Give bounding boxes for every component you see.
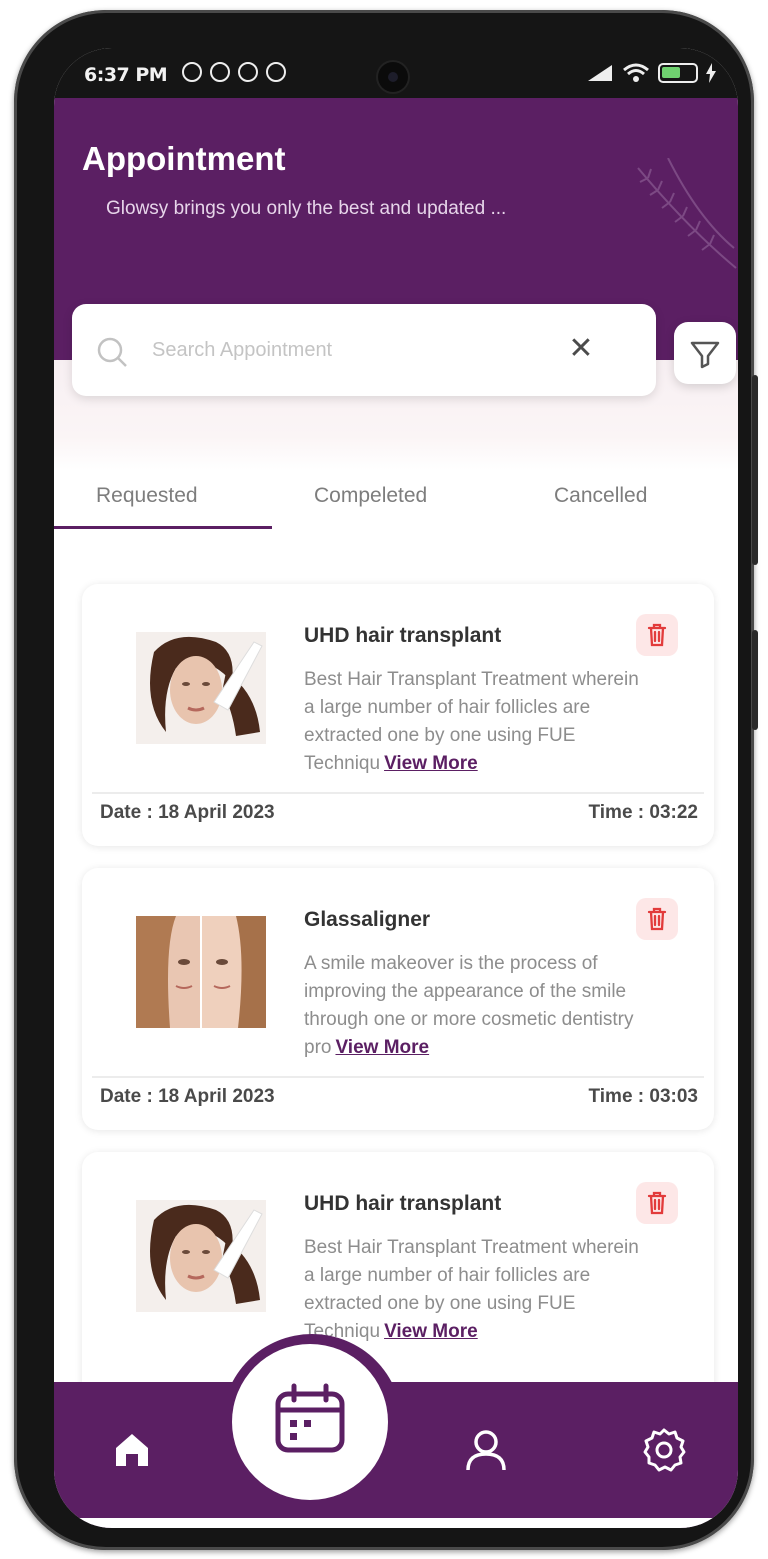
tab-requested[interactable]: Requested (96, 484, 198, 508)
wifi-icon (623, 63, 649, 82)
page-subtitle: Glowsy brings you only the best and upda… (106, 198, 507, 219)
appointment-date: Date : 18 April 2023 (100, 802, 275, 823)
appointment-title: Glassaligner (304, 908, 431, 931)
face-before-after-photo (136, 916, 266, 1028)
clear-search-icon[interactable]: ✕ (566, 334, 596, 364)
app-screen: 6:37 PM Appointment Glowsy brings you on… (54, 48, 738, 1528)
status-system-icons (586, 62, 716, 84)
status-tabs: Requested Compeleted Cancelled (54, 470, 738, 532)
appointment-title: UHD hair transplant (304, 1192, 502, 1215)
power-button (752, 630, 758, 730)
charging-icon (706, 63, 716, 83)
phone-frame: 6:37 PM Appointment Glowsy brings you on… (14, 10, 758, 1550)
signal-icon (588, 65, 612, 81)
appointment-description: Best Hair Transplant Treatment wherein a… (304, 666, 644, 778)
appointment-title: UHD hair transplant (304, 624, 502, 647)
tab-cancelled[interactable]: Cancelled (554, 484, 647, 508)
calendar-icon (275, 1383, 345, 1453)
nav-settings-button[interactable] (634, 1420, 694, 1480)
filter-button[interactable] (674, 322, 736, 384)
trash-icon (647, 623, 667, 647)
woman-face-photo (136, 1200, 266, 1312)
filter-icon (690, 341, 720, 369)
nav-profile-button[interactable] (456, 1420, 516, 1480)
delete-button[interactable] (636, 1182, 678, 1224)
view-more-link[interactable]: View More (335, 1037, 429, 1058)
view-more-link[interactable]: View More (384, 753, 478, 774)
appointment-description: A smile makeover is the process of impro… (304, 950, 644, 1062)
nav-home-button[interactable] (102, 1420, 162, 1480)
search-input[interactable] (150, 332, 554, 368)
appointment-card[interactable]: UHD hair transplant Best Hair Transplant… (82, 584, 714, 846)
app-notification-icon (238, 62, 258, 82)
treatment-image (136, 632, 266, 744)
appointment-card[interactable]: UHD hair transplant Best Hair Transplant… (82, 1152, 714, 1414)
search-icon (97, 337, 127, 367)
trash-icon (647, 1191, 667, 1215)
delete-button[interactable] (636, 898, 678, 940)
settings-icon (643, 1428, 686, 1472)
appointment-description: Best Hair Transplant Treatment wherein a… (304, 1234, 644, 1346)
appointment-time: Time : 03:22 (588, 802, 698, 823)
status-bar: 6:37 PM (54, 48, 738, 98)
volume-button (752, 375, 758, 565)
nav-calendar-button[interactable] (232, 1344, 388, 1500)
appointment-card[interactable]: Glassaligner A smile makeover is the pro… (82, 868, 714, 1130)
status-time: 6:37 PM (84, 64, 168, 86)
view-more-link[interactable]: View More (384, 1321, 478, 1342)
treatment-image (136, 916, 266, 1028)
trash-icon (647, 907, 667, 931)
woman-face-photo (136, 632, 266, 744)
status-notification-icons (182, 62, 286, 82)
front-camera (378, 62, 408, 92)
card-divider (92, 1076, 704, 1078)
home-icon (116, 1434, 148, 1466)
card-divider (92, 792, 704, 794)
treatment-image (136, 1200, 266, 1312)
alarm-icon (210, 62, 230, 82)
active-tab-indicator (54, 526, 272, 529)
tab-completed[interactable]: Compeleted (314, 484, 427, 508)
app-notification-icon (266, 62, 286, 82)
lavender-decoration (637, 158, 737, 269)
delete-button[interactable] (636, 614, 678, 656)
appointment-time: Time : 03:03 (588, 1086, 698, 1107)
appointment-date: Date : 18 April 2023 (100, 1086, 275, 1107)
battery-icon (658, 63, 698, 83)
page-title: Appointment (82, 140, 286, 177)
gesture-bar-area (54, 1518, 738, 1528)
profile-icon (466, 1430, 506, 1471)
search-bar: ✕ (72, 304, 656, 396)
settings-notification-icon (182, 62, 202, 82)
